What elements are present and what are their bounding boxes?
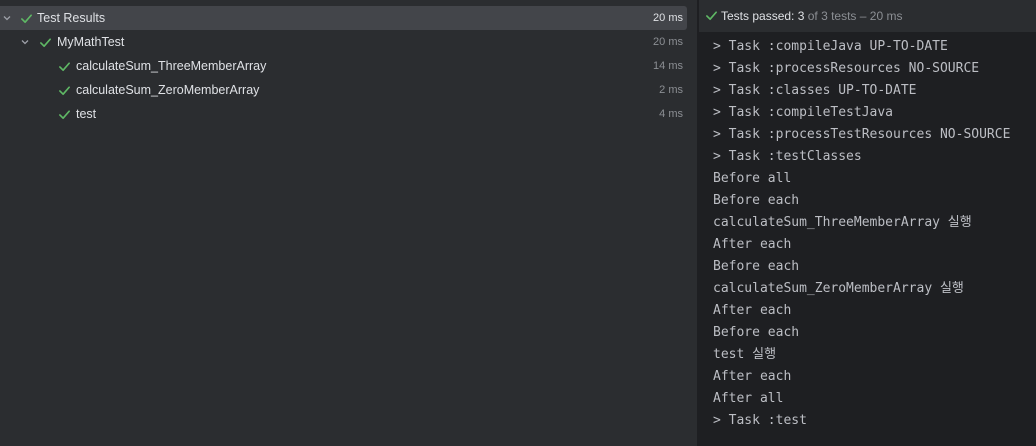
console-line: > Task :compileTestJava bbox=[713, 105, 894, 120]
console-line: > Task :compileJava UP-TO-DATE bbox=[713, 39, 948, 54]
tree-row-test[interactable]: test 4 ms bbox=[0, 102, 687, 126]
duration-label: 20 ms bbox=[653, 36, 683, 48]
console-line: Before each bbox=[713, 325, 800, 340]
check-icon bbox=[19, 11, 33, 25]
console-line: > Task :processTestResources NO-SOURCE bbox=[713, 127, 1011, 142]
console-output-panel[interactable]: Tests passed: 3 of 3 tests – 20 ms > Tas… bbox=[699, 0, 1036, 446]
status-prefix: Tests passed: bbox=[721, 9, 798, 23]
tree-label: test bbox=[76, 107, 97, 121]
check-icon bbox=[57, 107, 71, 121]
chevron-down-icon[interactable] bbox=[20, 37, 30, 47]
check-icon bbox=[704, 8, 718, 22]
console-line: Before all bbox=[713, 171, 792, 186]
duration-label: 20 ms bbox=[653, 12, 683, 24]
check-icon bbox=[57, 59, 71, 73]
tree-label: MyMathTest bbox=[57, 35, 125, 49]
duration-label: 4 ms bbox=[659, 108, 683, 120]
console-line: Before each bbox=[713, 193, 800, 208]
console-line: > Task :classes UP-TO-DATE bbox=[713, 83, 917, 98]
test-status-text: Tests passed: 3 of 3 tests – 20 ms bbox=[721, 9, 902, 24]
console-line: After all bbox=[713, 391, 784, 406]
console-line: > Task :processResources NO-SOURCE bbox=[713, 61, 980, 76]
console-line: calculateSum_ThreeMemberArray 실행 bbox=[713, 215, 972, 230]
duration-label: 14 ms bbox=[653, 60, 683, 72]
tree-row-test[interactable]: calculateSum_ZeroMemberArray 2 ms bbox=[0, 78, 687, 102]
console-line: After each bbox=[713, 237, 792, 252]
tree-row-test[interactable]: calculateSum_ThreeMemberArray 14 ms bbox=[0, 54, 687, 78]
duration-label: 2 ms bbox=[659, 84, 683, 96]
test-results-tree: Test Results 20 ms MyMathTest 20 ms calc… bbox=[0, 0, 697, 446]
tree-label: Test Results bbox=[37, 11, 106, 25]
console-line: Before each bbox=[713, 259, 800, 274]
check-icon bbox=[38, 35, 52, 49]
console-line: After each bbox=[713, 369, 792, 384]
tree-label: calculateSum_ZeroMemberArray bbox=[76, 83, 260, 97]
console-line: After each bbox=[713, 303, 792, 318]
test-runner-window: Test Results 20 ms MyMathTest 20 ms calc… bbox=[0, 0, 1036, 446]
chevron-down-icon[interactable] bbox=[2, 13, 12, 23]
tree-row-test-results[interactable]: Test Results 20 ms bbox=[0, 6, 687, 30]
console-line: > Task :test bbox=[713, 413, 807, 428]
console-line: > Task :testClasses bbox=[713, 149, 862, 164]
check-icon bbox=[57, 83, 71, 97]
test-status-bar: Tests passed: 3 of 3 tests – 20 ms bbox=[699, 0, 1036, 33]
console-lines[interactable]: > Task :compileJava UP-TO-DATE > Task :pr… bbox=[713, 36, 1036, 432]
tree-label: calculateSum_ThreeMemberArray bbox=[76, 59, 267, 73]
status-summary: of 3 tests – 20 ms bbox=[804, 9, 903, 23]
console-line: test 실행 bbox=[713, 347, 777, 362]
console-line: calculateSum_ZeroMemberArray 실행 bbox=[713, 281, 964, 296]
tree-row-mymathtest[interactable]: MyMathTest 20 ms bbox=[0, 30, 687, 54]
